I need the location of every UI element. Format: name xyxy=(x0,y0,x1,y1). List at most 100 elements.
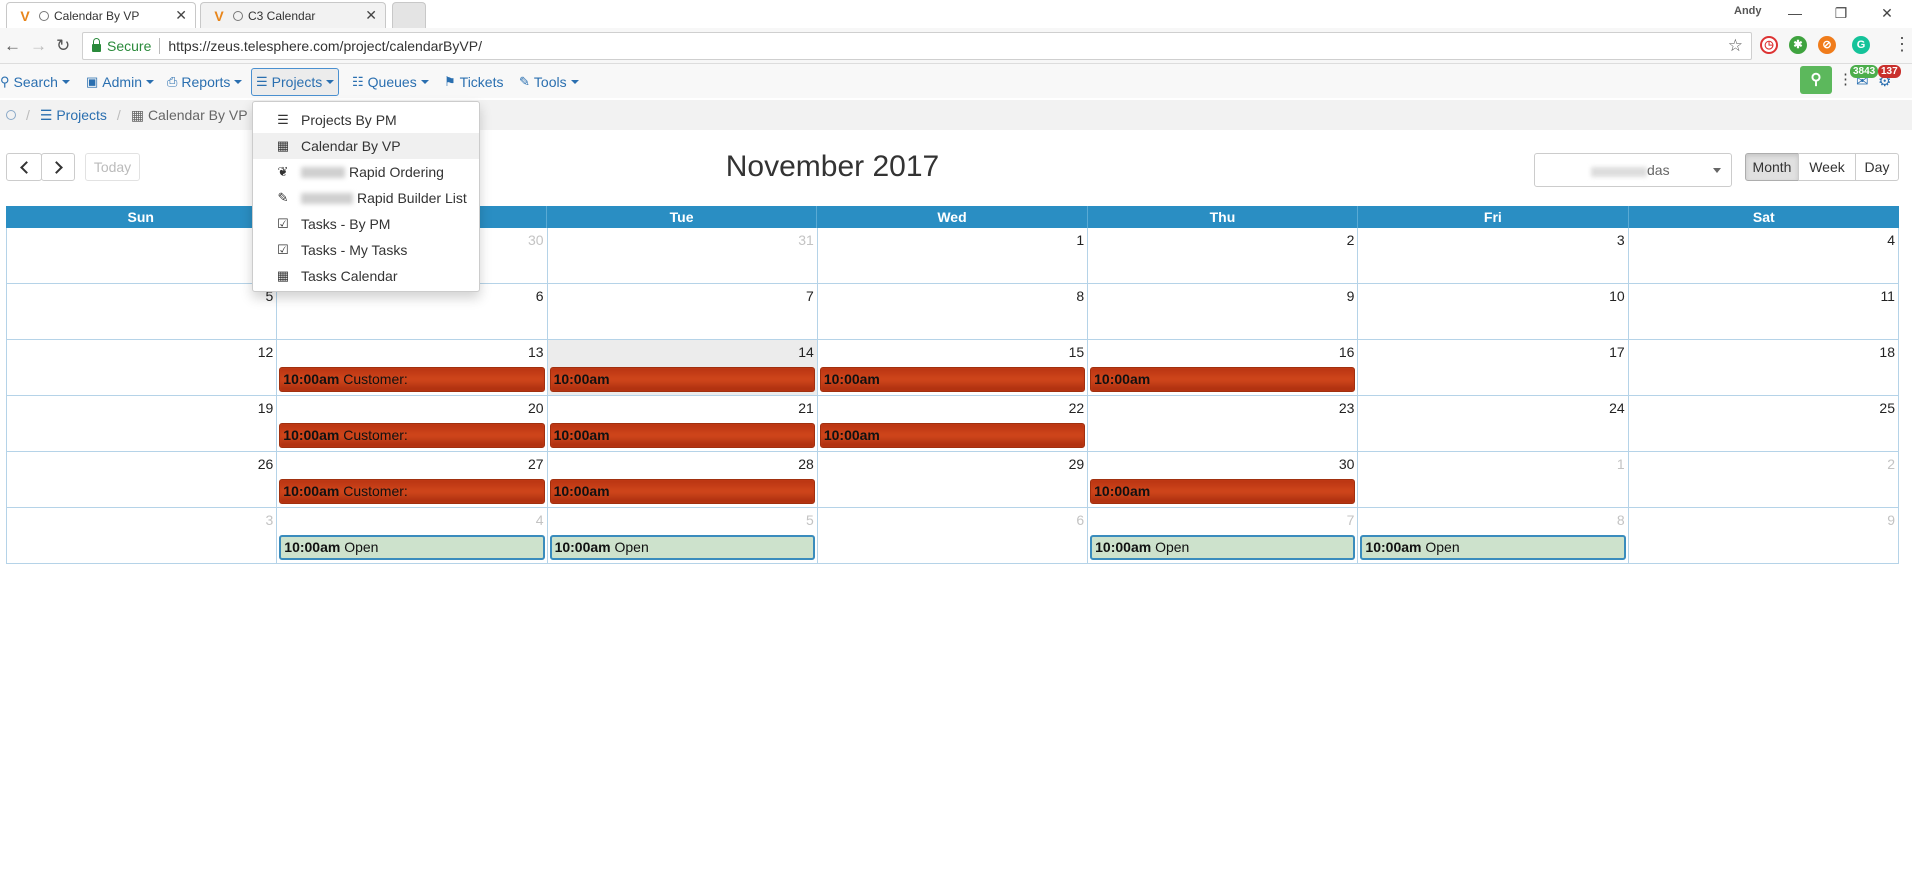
prev-month-button[interactable] xyxy=(6,153,42,181)
nav-tickets[interactable]: ⚑ Tickets xyxy=(444,69,503,95)
menu-item-tasks-by-pm[interactable]: ☑ Tasks - By PM xyxy=(253,211,479,237)
address-bar[interactable]: Secure https://zeus.telesphere.com/proje… xyxy=(82,32,1752,60)
week-view-button[interactable]: Week xyxy=(1798,153,1856,181)
day-cell[interactable]: 10 xyxy=(1358,284,1629,340)
day-number[interactable]: 30 xyxy=(1339,456,1355,472)
day-number[interactable]: 16 xyxy=(1339,344,1355,360)
day-cell[interactable]: 4 10:00am Open xyxy=(277,508,548,564)
menu-item-rapid-builder-list[interactable]: ✎ Rapid Builder List xyxy=(253,185,479,211)
day-cell[interactable]: 30 10:00am xyxy=(1088,452,1359,508)
day-cell[interactable]: 1 xyxy=(817,228,1089,284)
day-cell[interactable]: 5 10:00am Open xyxy=(547,508,818,564)
day-number[interactable]: 14 xyxy=(798,344,814,360)
day-number[interactable]: 13 xyxy=(528,344,544,360)
grammarly-icon[interactable]: G xyxy=(1852,36,1870,54)
today-button[interactable]: Today xyxy=(85,153,140,181)
day-cell[interactable]: 7 xyxy=(547,284,818,340)
day-cell[interactable]: 31 xyxy=(547,228,818,284)
day-cell[interactable]: 21 10:00am xyxy=(547,396,818,452)
global-search-button[interactable]: ⚲ xyxy=(1800,66,1832,94)
day-number[interactable]: 12 xyxy=(258,344,274,360)
nav-reports[interactable]: ⎙ Reports xyxy=(167,69,243,95)
customer-event[interactable]: 10:00am xyxy=(819,367,1086,392)
customer-event[interactable]: 10:00am Customer: xyxy=(279,423,545,448)
block-extension-icon[interactable]: ⊘ xyxy=(1818,36,1836,54)
new-tab-button[interactable] xyxy=(392,2,426,28)
day-number[interactable]: 5 xyxy=(806,512,814,528)
day-cell[interactable]: 25 xyxy=(1628,396,1899,452)
customer-event[interactable]: 10:00am xyxy=(1090,367,1356,392)
customer-event[interactable]: 10:00am xyxy=(549,367,815,392)
customer-event[interactable]: 10:00am xyxy=(819,423,1086,448)
day-cell[interactable]: 24 xyxy=(1358,396,1629,452)
day-number[interactable]: 1 xyxy=(1617,456,1625,472)
nav-projects[interactable]: ☰ Projects xyxy=(251,68,340,96)
day-number[interactable]: 24 xyxy=(1609,400,1625,416)
day-number[interactable]: 30 xyxy=(528,232,544,248)
menu-item-calendar-by-vp[interactable]: ▦ Calendar By VP xyxy=(253,133,479,159)
day-number[interactable]: 2 xyxy=(1347,232,1355,248)
day-cell[interactable]: 4 xyxy=(1628,228,1899,284)
day-number[interactable]: 21 xyxy=(798,400,814,416)
browser-menu-icon[interactable]: ⋮ xyxy=(1893,34,1911,55)
day-number[interactable]: 6 xyxy=(536,288,544,304)
gear-extension-icon[interactable]: ✱ xyxy=(1789,36,1807,54)
day-number[interactable]: 31 xyxy=(798,232,814,248)
day-number[interactable]: 19 xyxy=(258,400,274,416)
customer-event[interactable]: 10:00am xyxy=(1090,479,1356,504)
url-text[interactable]: https://zeus.telesphere.com/project/cale… xyxy=(168,38,482,54)
day-cell[interactable]: 2 xyxy=(1088,228,1359,284)
day-number[interactable]: 17 xyxy=(1609,344,1625,360)
clock-extension-icon[interactable]: ◷ xyxy=(1760,36,1778,54)
day-cell[interactable]: 23 xyxy=(1088,396,1359,452)
day-number[interactable]: 6 xyxy=(1076,512,1084,528)
day-cell[interactable]: 16 10:00am xyxy=(1088,340,1359,396)
day-cell[interactable]: 6 xyxy=(277,284,548,340)
nav-admin[interactable]: ▣ Admin xyxy=(86,69,154,95)
vp-select[interactable]: das xyxy=(1534,153,1732,187)
day-number[interactable]: 8 xyxy=(1076,288,1084,304)
open-slot-event[interactable]: 10:00am Open xyxy=(549,535,815,560)
day-cell[interactable]: 5 xyxy=(7,284,278,340)
menu-item-rapid-ordering[interactable]: ❦ Rapid Ordering xyxy=(253,159,479,185)
customer-event[interactable]: 10:00am xyxy=(549,423,815,448)
day-cell[interactable]: 3 xyxy=(1358,228,1629,284)
day-number[interactable]: 7 xyxy=(1347,512,1355,528)
day-number[interactable]: 4 xyxy=(1887,232,1895,248)
day-number[interactable]: 25 xyxy=(1879,400,1895,416)
menu-item-tasks-my-tasks[interactable]: ☑ Tasks - My Tasks xyxy=(253,237,479,263)
day-cell[interactable]: 7 10:00am Open xyxy=(1088,508,1359,564)
day-cell[interactable]: 19 xyxy=(7,396,278,452)
day-cell[interactable]: 9 xyxy=(1088,284,1359,340)
restore-icon[interactable]: ❐ xyxy=(1826,2,1856,24)
day-cell[interactable]: 6 xyxy=(817,508,1089,564)
customer-event[interactable]: 10:00am xyxy=(549,479,815,504)
day-number[interactable]: 1 xyxy=(1076,232,1084,248)
day-cell[interactable]: 2 xyxy=(1628,452,1899,508)
day-cell[interactable]: 29 xyxy=(7,228,278,284)
day-cell[interactable]: 11 xyxy=(1628,284,1899,340)
next-month-button[interactable] xyxy=(41,153,75,181)
day-number[interactable]: 23 xyxy=(1339,400,1355,416)
day-cell[interactable]: 28 10:00am xyxy=(547,452,818,508)
day-cell[interactable]: 22 10:00am xyxy=(817,396,1089,452)
open-slot-event[interactable]: 10:00am Open xyxy=(1360,535,1626,560)
open-slot-event[interactable]: 10:00am Open xyxy=(1090,535,1356,560)
day-number[interactable]: 4 xyxy=(536,512,544,528)
day-cell[interactable]: 26 xyxy=(7,452,278,508)
day-number[interactable]: 18 xyxy=(1879,344,1895,360)
day-number[interactable]: 11 xyxy=(1880,288,1895,304)
day-number[interactable]: 3 xyxy=(265,512,273,528)
day-number[interactable]: 28 xyxy=(798,456,814,472)
browser-tab-c3-calendar[interactable]: V C3 Calendar ✕ xyxy=(200,2,386,28)
bookmark-star-icon[interactable]: ☆ xyxy=(1728,36,1743,56)
day-view-button[interactable]: Day xyxy=(1855,153,1899,181)
day-number[interactable]: 9 xyxy=(1347,288,1355,304)
day-cell[interactable]: 27 10:00am Customer: xyxy=(277,452,548,508)
open-slot-event[interactable]: 10:00am Open xyxy=(279,535,545,560)
profile-name[interactable]: Andy xyxy=(1734,5,1762,17)
day-cell[interactable]: 1 xyxy=(1358,452,1629,508)
customer-event[interactable]: 10:00am Customer: xyxy=(279,367,545,392)
day-number[interactable]: 29 xyxy=(1069,456,1085,472)
forward-icon[interactable]: → xyxy=(30,36,47,56)
